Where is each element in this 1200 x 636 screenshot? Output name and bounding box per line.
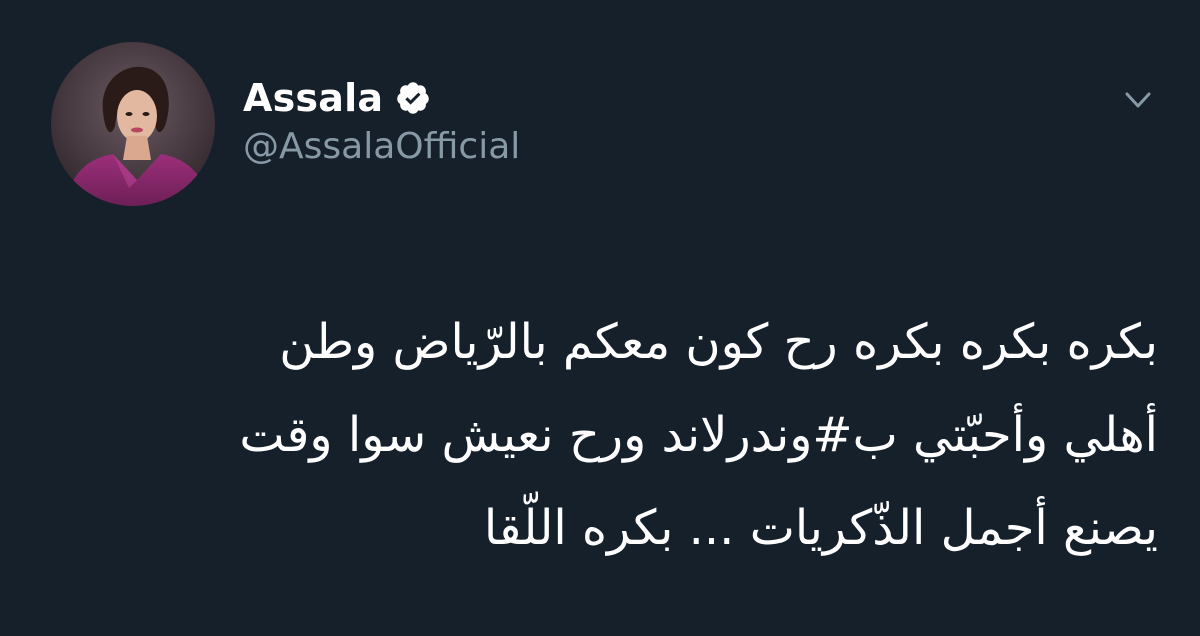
avatar[interactable]	[51, 42, 215, 206]
tweet-text-line: بكره بكره بكره رح كون معكم بالرّياض وطن	[279, 314, 1158, 370]
display-name[interactable]: Assala	[243, 76, 383, 120]
name-row: Assala	[243, 70, 431, 126]
user-handle[interactable]: @AssalaOfficial	[243, 126, 520, 167]
tweet-text: بكره بكره بكره رح كون معكم بالرّياض وطن …	[28, 296, 1158, 575]
chevron-down-icon[interactable]	[1121, 86, 1155, 114]
verified-badge-icon	[395, 80, 431, 116]
tweet-text-line: أهلي وأحبّتي ب#وندرلاند ورح نعيش سوا وقت	[239, 407, 1158, 463]
tweet-card: Assala @AssalaOfficial بكره بكره بكره رح…	[0, 0, 1200, 636]
profile-photo-icon	[51, 42, 215, 206]
tweet-text-line: يصنع أجمل الذّكريات ... بكره اللّقا	[483, 500, 1158, 556]
